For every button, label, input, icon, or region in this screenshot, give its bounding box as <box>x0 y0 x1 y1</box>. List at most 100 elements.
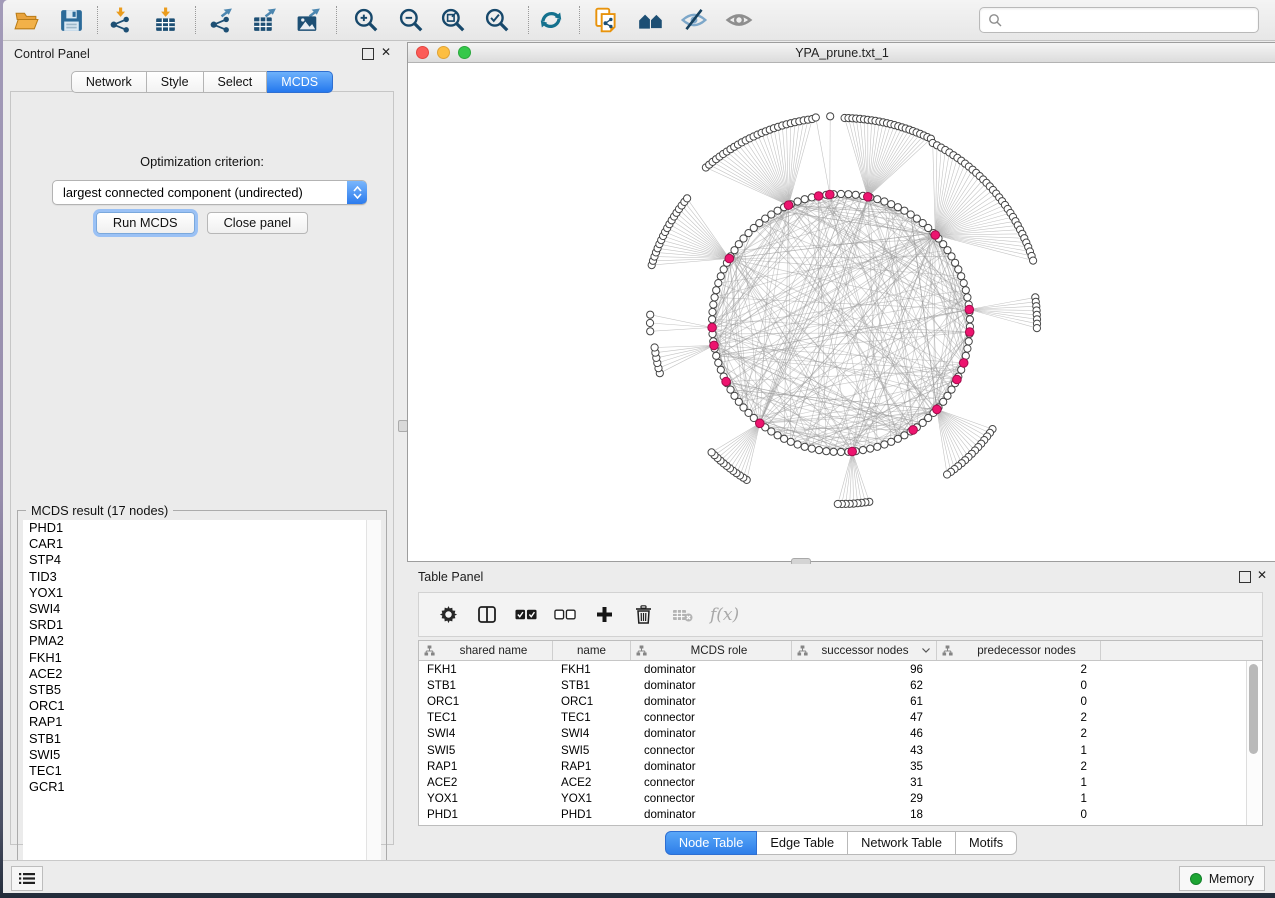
tab-select[interactable]: Select <box>204 71 268 93</box>
network-node[interactable] <box>801 443 808 450</box>
first-neighbors-button[interactable] <box>633 3 669 37</box>
table-scrollbar-thumb[interactable] <box>1249 664 1258 754</box>
search-field[interactable] <box>979 7 1259 33</box>
tab-network[interactable]: Network <box>71 71 147 93</box>
mcds-result-item[interactable]: ACE2 <box>23 666 367 682</box>
clone-network-button[interactable] <box>588 3 624 37</box>
add-column-button[interactable] <box>593 604 615 626</box>
task-history-button[interactable] <box>11 866 43 891</box>
export-network-button[interactable] <box>202 3 238 37</box>
column-header-name[interactable]: name <box>553 641 631 660</box>
network-node[interactable] <box>794 198 801 205</box>
network-window-titlebar[interactable]: YPA_prune.txt_1 <box>408 43 1275 63</box>
network-node[interactable] <box>859 447 866 454</box>
mcds-result-item[interactable]: SWI4 <box>23 601 367 617</box>
network-leaf-node[interactable] <box>708 449 715 456</box>
network-leaf-node[interactable] <box>944 471 951 478</box>
network-node[interactable] <box>717 366 724 373</box>
network-node[interactable] <box>713 352 720 359</box>
network-node[interactable] <box>794 441 801 448</box>
mcds-dominator-node[interactable] <box>722 377 731 386</box>
table-scrollbar[interactable] <box>1246 661 1261 825</box>
network-node[interactable] <box>881 441 888 448</box>
network-node[interactable] <box>713 287 720 294</box>
table-row[interactable]: RAP1RAP1dominator352 <box>419 758 1262 774</box>
mcds-dominator-node[interactable] <box>959 359 968 368</box>
network-leaf-node[interactable] <box>647 328 654 335</box>
network-node[interactable] <box>845 191 852 198</box>
table-row[interactable]: PHD1PHD1dominator180 <box>419 807 1262 823</box>
mcds-result-item[interactable]: STB5 <box>23 682 367 698</box>
deselect-all-columns-button[interactable] <box>554 604 576 626</box>
mcds-dominator-node[interactable] <box>708 323 717 332</box>
network-node[interactable] <box>837 448 844 455</box>
table-row[interactable]: YOX1YOX1connector291 <box>419 791 1262 807</box>
network-leaf-node[interactable] <box>812 114 819 121</box>
zoom-fit-button[interactable] <box>435 3 471 37</box>
mcds-result-item[interactable]: FKH1 <box>23 650 367 666</box>
mcds-result-item[interactable]: STB1 <box>23 731 367 747</box>
network-node[interactable] <box>965 338 972 345</box>
network-node[interactable] <box>964 345 971 352</box>
network-node[interactable] <box>715 280 722 287</box>
table-row[interactable]: TEC1TEC1connector472 <box>419 710 1262 726</box>
mcds-dominator-node[interactable] <box>965 328 974 337</box>
network-canvas[interactable] <box>408 63 1274 559</box>
network-node[interactable] <box>874 443 881 450</box>
tab-node-table[interactable]: Node Table <box>665 831 758 855</box>
mcds-dominator-node[interactable] <box>965 305 974 314</box>
tab-style[interactable]: Style <box>147 71 204 93</box>
mcds-result-item[interactable]: TID3 <box>23 569 367 585</box>
mcds-dominator-node[interactable] <box>931 231 940 240</box>
float-table-panel-button[interactable] <box>1239 571 1251 583</box>
network-node[interactable] <box>952 259 959 266</box>
network-node[interactable] <box>709 308 716 315</box>
run-mcds-button[interactable]: Run MCDS <box>96 212 195 234</box>
mcds-result-item[interactable]: RAP1 <box>23 714 367 730</box>
export-image-button[interactable] <box>290 3 326 37</box>
network-node[interactable] <box>888 438 895 445</box>
mcds-dominator-node[interactable] <box>953 375 962 384</box>
network-node[interactable] <box>801 196 808 203</box>
mcds-result-item[interactable]: GCR1 <box>23 779 367 795</box>
network-node[interactable] <box>960 280 967 287</box>
network-leaf-node[interactable] <box>646 319 653 326</box>
refresh-view-button[interactable] <box>533 3 569 37</box>
mcds-result-scrollbar[interactable] <box>366 520 381 874</box>
close-panel-action-button[interactable]: Close panel <box>207 212 309 234</box>
tab-edge-table[interactable]: Edge Table <box>757 831 848 855</box>
mcds-result-item[interactable]: TEC1 <box>23 763 367 779</box>
mcds-dominator-node[interactable] <box>756 419 765 428</box>
mcds-result-item[interactable]: ORC1 <box>23 698 367 714</box>
table-settings-button[interactable] <box>437 604 459 626</box>
network-node[interactable] <box>958 273 965 280</box>
mcds-dominator-node[interactable] <box>710 341 719 350</box>
column-header-MCDS-role[interactable]: MCDS role <box>631 641 792 660</box>
network-node[interactable] <box>720 266 727 273</box>
network-node[interactable] <box>709 316 716 323</box>
network-leaf-node[interactable] <box>1030 257 1037 264</box>
network-leaf-node[interactable] <box>827 113 834 120</box>
network-node[interactable] <box>966 316 973 323</box>
network-node[interactable] <box>715 359 722 366</box>
open-file-button[interactable] <box>8 3 44 37</box>
float-panel-button[interactable] <box>362 48 374 60</box>
hide-selected-button[interactable] <box>676 3 712 37</box>
network-node[interactable] <box>815 447 822 454</box>
criterion-dropdown[interactable]: largest connected component (undirected) <box>52 180 367 205</box>
import-network-button[interactable] <box>102 3 138 37</box>
mcds-result-item[interactable]: SRD1 <box>23 617 367 633</box>
table-row[interactable]: ACE2ACE2connector311 <box>419 774 1262 790</box>
network-node[interactable] <box>955 266 962 273</box>
zoom-out-button[interactable] <box>393 3 429 37</box>
select-all-columns-button[interactable] <box>515 604 537 626</box>
mcds-dominator-node[interactable] <box>848 447 857 456</box>
network-node[interactable] <box>787 438 794 445</box>
delete-column-button[interactable] <box>632 604 654 626</box>
close-table-panel-button[interactable]: ✕ <box>1257 568 1267 582</box>
export-table-button[interactable] <box>246 3 282 37</box>
table-row[interactable]: FKH1FKH1dominator962 <box>419 661 1262 677</box>
column-header-successor-nodes[interactable]: successor nodes <box>792 641 937 660</box>
show-all-button[interactable] <box>721 3 757 37</box>
network-leaf-node[interactable] <box>647 311 654 318</box>
